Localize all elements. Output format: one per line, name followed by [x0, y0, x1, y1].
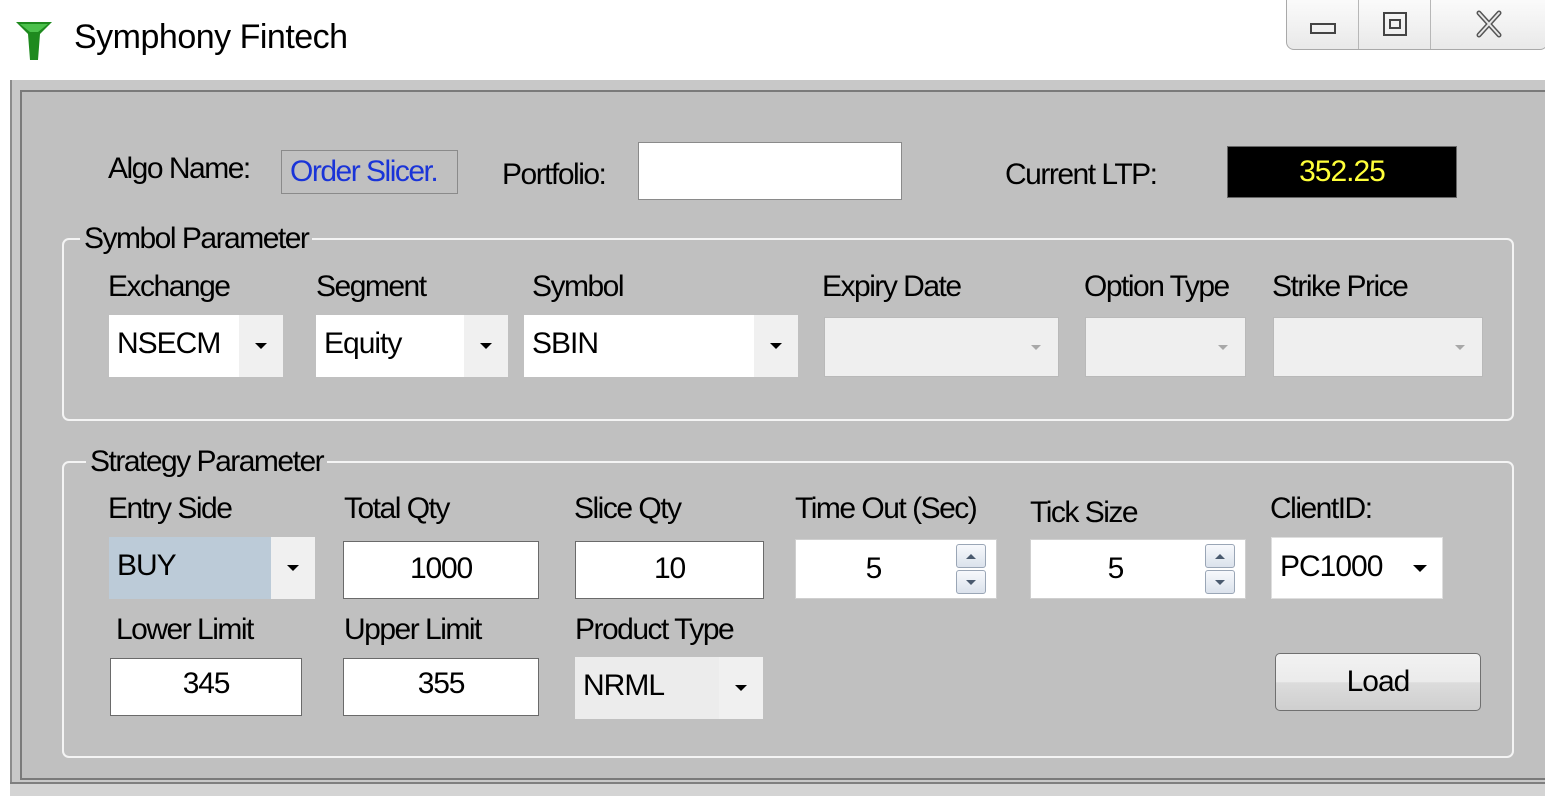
portfolio-label: Portfolio: [502, 158, 607, 191]
upper-limit-input[interactable]: 355 [343, 658, 539, 716]
lower-limit-value: 345 [182, 667, 231, 700]
exchange-label: Exchange [108, 270, 231, 303]
strike-price-label: Strike Price [1272, 270, 1409, 303]
slice-qty-label: Slice Qty [574, 492, 682, 525]
window-controls [1286, 0, 1545, 50]
chevron-down-icon[interactable] [239, 315, 283, 377]
product-type-label: Product Type [575, 613, 735, 646]
chevron-down-icon[interactable] [464, 315, 508, 377]
symbol-dropdown[interactable]: SBIN [524, 315, 798, 377]
window-title: Symphony Fintech [74, 18, 348, 56]
spin-up-icon[interactable] [1205, 544, 1235, 568]
segment-dropdown[interactable]: Equity [316, 315, 508, 377]
client-id-value: PC1000 [1280, 550, 1383, 583]
tick-size-value: 5 [1107, 552, 1125, 585]
close-button[interactable] [1431, 0, 1545, 49]
time-out-stepper[interactable]: 5 [795, 539, 997, 599]
upper-limit-label: Upper Limit [344, 613, 482, 646]
symbol-value: SBIN [532, 327, 599, 360]
upper-limit-value: 355 [417, 667, 466, 700]
chevron-down-icon[interactable] [271, 537, 315, 599]
current-ltp-value: 352.25 [1227, 146, 1457, 198]
expiry-date-label: Expiry Date [822, 270, 962, 303]
product-type-value: NRML [583, 669, 665, 702]
strike-price-dropdown[interactable] [1273, 317, 1483, 377]
time-out-value: 5 [865, 552, 883, 585]
lower-limit-input[interactable]: 345 [110, 658, 302, 716]
exchange-dropdown[interactable]: NSECM [109, 315, 283, 377]
portfolio-input[interactable] [638, 142, 902, 200]
tick-size-label: Tick Size [1030, 496, 1139, 529]
symbol-parameter-legend: Symbol Parameter [80, 222, 313, 256]
spin-down-icon[interactable] [1205, 570, 1235, 594]
time-out-label: Time Out (Sec) [795, 492, 978, 525]
status-strip [10, 782, 1545, 796]
entry-side-dropdown[interactable]: BUY [109, 537, 315, 599]
current-ltp-label: Current LTP: [1005, 158, 1158, 191]
option-type-label: Option Type [1084, 270, 1230, 303]
exchange-value: NSECM [117, 327, 221, 360]
total-qty-label: Total Qty [344, 492, 450, 525]
minimize-icon [1309, 23, 1336, 34]
product-type-dropdown[interactable]: NRML [575, 657, 763, 719]
strategy-parameter-legend: Strategy Parameter [86, 445, 328, 479]
minimize-button[interactable] [1287, 0, 1359, 49]
client-id-dropdown[interactable]: PC1000 [1271, 537, 1443, 599]
total-qty-input[interactable]: 1000 [343, 541, 539, 599]
segment-label: Segment [316, 270, 427, 303]
expiry-date-dropdown[interactable] [824, 317, 1059, 377]
total-qty-value: 1000 [410, 552, 473, 585]
entry-side-label: Entry Side [108, 492, 233, 525]
close-icon [1476, 10, 1502, 38]
chevron-down-icon[interactable] [719, 657, 763, 719]
chevron-down-icon[interactable] [1398, 538, 1442, 598]
title-bar: Symphony Fintech [0, 0, 1545, 80]
restore-button[interactable] [1359, 0, 1431, 49]
chevron-down-icon[interactable] [754, 315, 798, 377]
lower-limit-label: Lower Limit [116, 613, 254, 646]
chevron-down-icon[interactable] [1201, 318, 1245, 376]
slice-qty-input[interactable]: 10 [575, 541, 764, 599]
option-type-dropdown[interactable] [1085, 317, 1246, 377]
restore-icon [1382, 12, 1407, 36]
symbol-label: Symbol [532, 270, 625, 303]
load-button[interactable]: Load [1275, 653, 1481, 711]
client-id-label: ClientID: [1270, 492, 1373, 525]
chevron-down-icon[interactable] [1438, 318, 1482, 376]
spin-down-icon[interactable] [956, 570, 986, 594]
app-logo-icon [16, 22, 52, 60]
algo-name-value: Order Slicer. [281, 150, 458, 194]
chevron-down-icon[interactable] [1014, 318, 1058, 376]
segment-value: Equity [324, 327, 402, 360]
slice-qty-value: 10 [654, 552, 686, 585]
entry-side-value: BUY [117, 549, 177, 582]
algo-name-label: Algo Name: [108, 152, 251, 185]
spin-up-icon[interactable] [956, 544, 986, 568]
tick-size-stepper[interactable]: 5 [1030, 539, 1246, 599]
